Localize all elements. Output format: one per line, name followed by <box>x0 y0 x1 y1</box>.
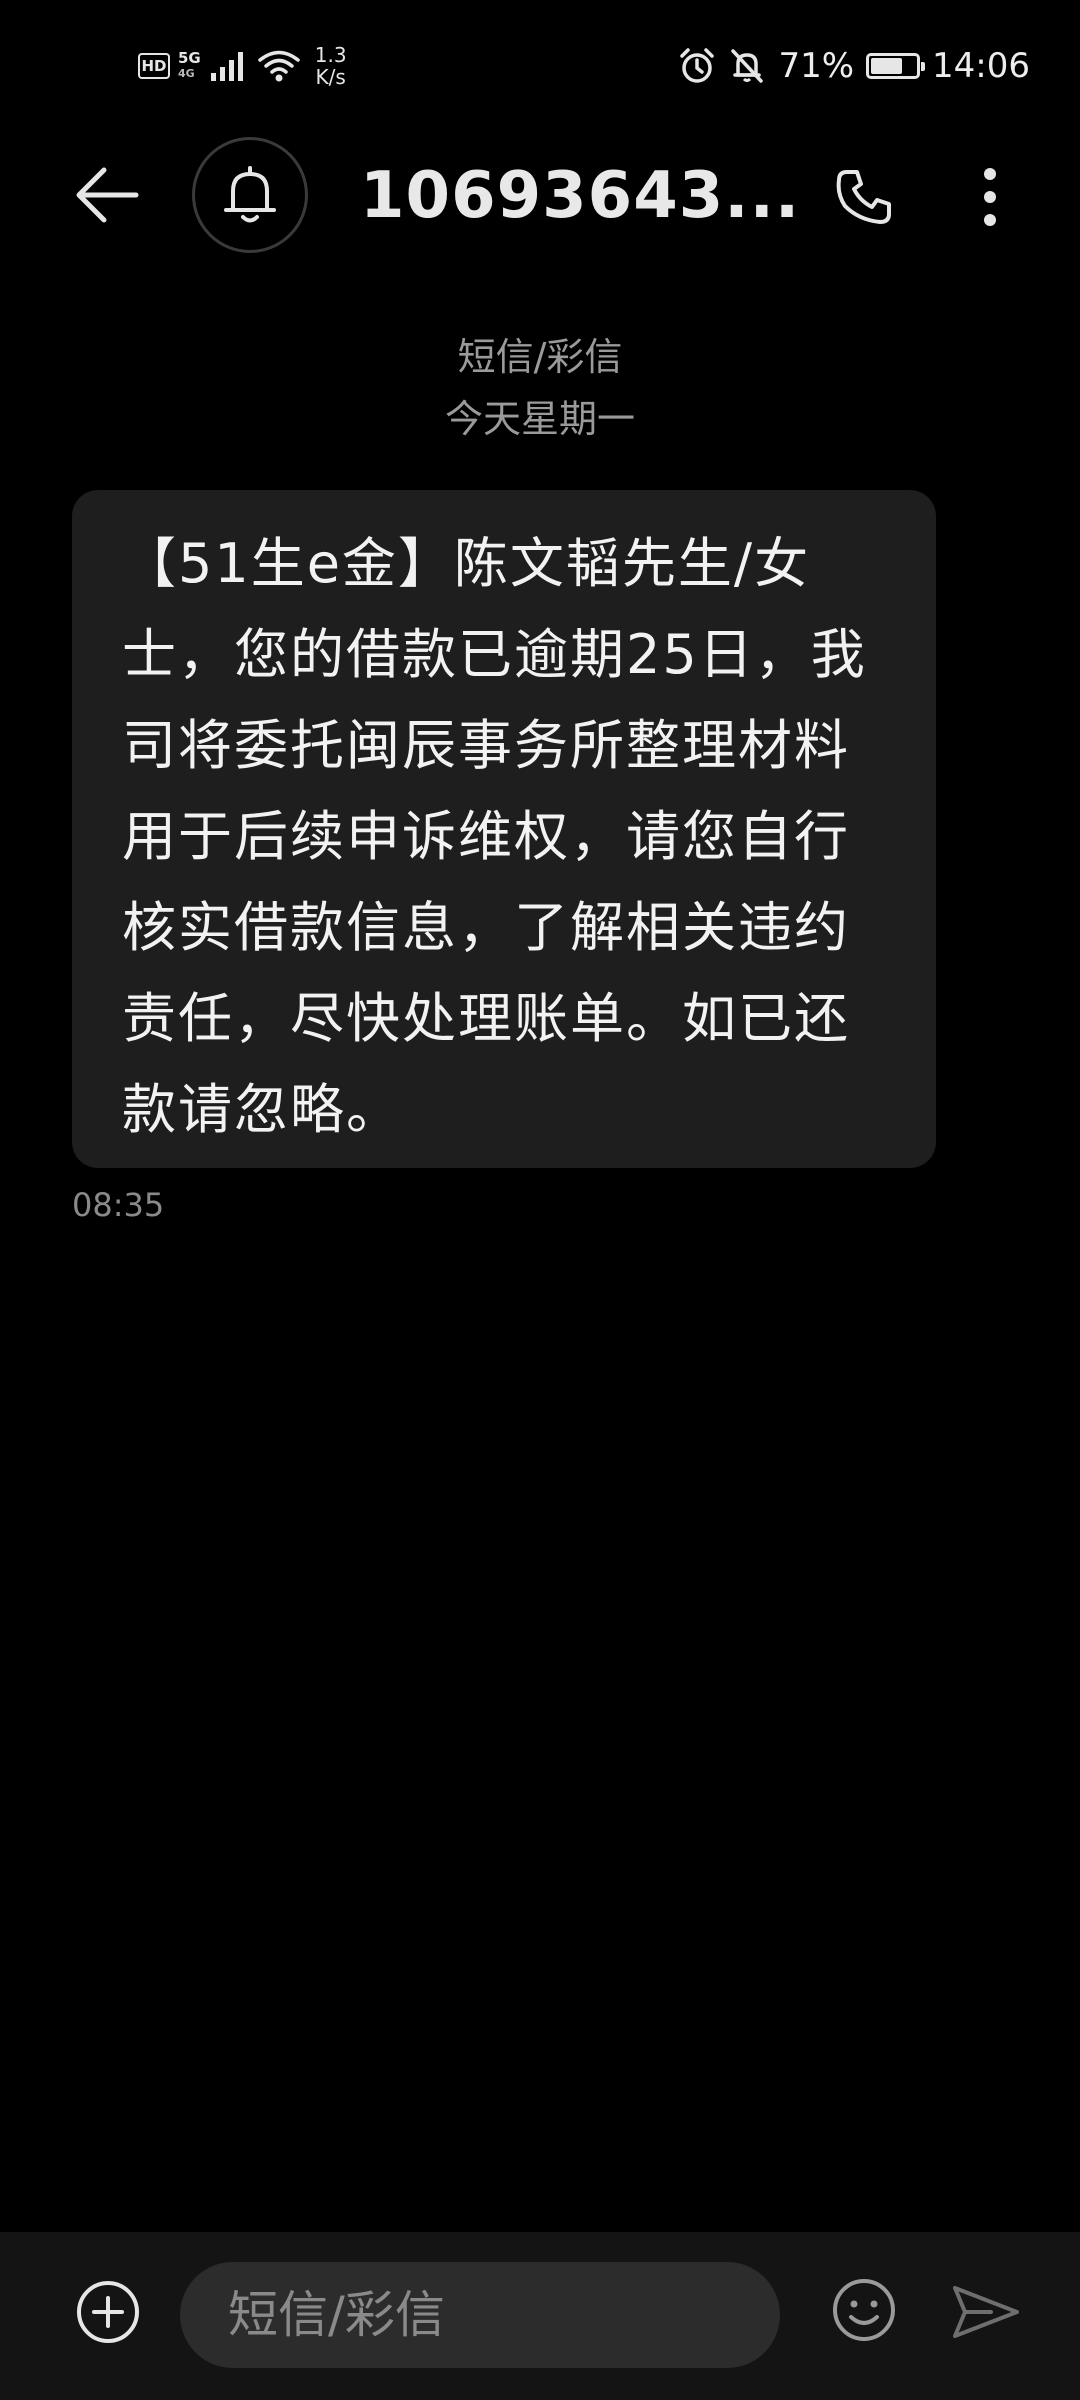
conversation-header: 10693643... <box>0 130 1080 260</box>
composer-bar <box>0 2232 1080 2400</box>
message-text: 【51生e金】陈文韬先生/女士，您的借款已逾期25日，我司将委托闽辰事务所整理材… <box>122 532 867 1141</box>
status-right: 71% 14:06 <box>678 42 1030 90</box>
battery-icon <box>866 53 926 79</box>
send-icon <box>953 2286 1019 2338</box>
emoji-icon <box>833 2279 895 2341</box>
alarm-icon <box>680 48 715 83</box>
channel-label: 短信/彩信 <box>457 335 623 379</box>
contact-title: 10693643... <box>360 159 801 233</box>
speed-unit: K/s <box>315 65 346 89</box>
emoji-button[interactable] <box>826 2272 902 2348</box>
bell-icon <box>224 166 276 223</box>
send-button[interactable] <box>944 2270 1028 2354</box>
back-button[interactable] <box>62 155 152 235</box>
wifi-icon <box>258 50 300 82</box>
message-time: 08:35 <box>72 1186 165 1224</box>
add-attachment-button[interactable] <box>66 2270 150 2354</box>
call-button[interactable] <box>824 157 904 237</box>
battery-level <box>871 58 903 74</box>
message-input[interactable] <box>180 2262 780 2368</box>
status-left: HD 5G 4G 1.3 K/s <box>138 40 347 92</box>
plus-circle-icon <box>77 2281 139 2343</box>
battery-percent: 71% <box>778 46 855 86</box>
network-sub-label: 4G <box>178 67 195 80</box>
sms-conversation-screen: HD 5G 4G 1.3 K/s 71% 14:06 10693643... 短… <box>0 0 1080 2400</box>
more-vertical-icon <box>984 168 996 226</box>
hd-badge: HD <box>138 53 170 79</box>
network-label: 5G <box>178 49 201 67</box>
contact-avatar[interactable] <box>192 137 308 253</box>
back-arrow-icon <box>76 167 139 223</box>
status-clock: 14:06 <box>932 46 1030 86</box>
network-type: 5G 4G <box>178 50 201 82</box>
phone-icon <box>836 170 891 224</box>
more-options-button[interactable] <box>955 157 1025 237</box>
speed-value: 1.3 <box>314 43 347 67</box>
message-bubble[interactable]: 【51生e金】陈文韬先生/女士，您的借款已逾期25日，我司将委托闽辰事务所整理材… <box>72 490 936 1168</box>
bell-off-icon <box>731 49 764 83</box>
date-label: 今天星期一 <box>444 397 635 441</box>
status-bar: HD 5G 4G 1.3 K/s 71% 14:06 <box>0 0 1080 130</box>
network-speed: 1.3 K/s <box>315 44 347 88</box>
signal-icon <box>210 52 243 81</box>
